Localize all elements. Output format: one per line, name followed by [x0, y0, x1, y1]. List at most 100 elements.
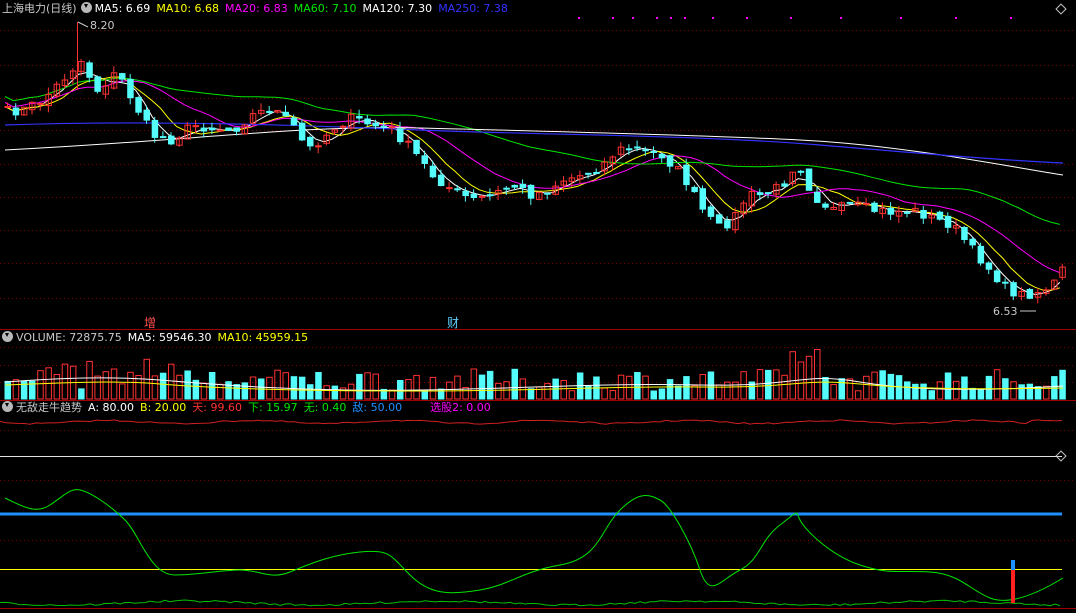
candle-body — [4, 106, 11, 108]
signal-dot — [578, 17, 580, 19]
volume-bar — [953, 380, 960, 400]
candle-body — [683, 164, 690, 186]
volume-bar — [969, 387, 976, 400]
indicator-wu-line — [0, 599, 1061, 607]
volume-bar — [176, 374, 183, 400]
volume-bar — [683, 376, 690, 400]
signal-dot — [656, 17, 658, 19]
volume-bar — [495, 382, 502, 400]
volume-bar — [691, 385, 698, 400]
candle-body — [470, 193, 478, 199]
signal-dot — [632, 17, 634, 19]
signal-dot — [612, 17, 614, 19]
candle-body — [625, 148, 633, 151]
candle-body — [225, 127, 232, 131]
volume-bar — [184, 370, 191, 400]
volume-bar — [814, 349, 821, 400]
volume-bar — [307, 384, 314, 400]
signal-dot — [900, 17, 902, 19]
volume-bar — [675, 385, 682, 400]
candle-body — [691, 186, 698, 193]
candle-body — [715, 214, 723, 224]
volume-bar — [609, 390, 617, 400]
volume-bar — [454, 375, 461, 400]
volume-bar — [993, 369, 1001, 400]
volume-bar — [838, 378, 845, 400]
volume-bar — [429, 376, 437, 400]
candle-body — [200, 127, 208, 132]
volume-bar — [854, 390, 862, 400]
candle-body — [944, 215, 952, 228]
candle-body — [511, 184, 518, 188]
volume-bar — [94, 375, 101, 400]
candle-body — [593, 172, 600, 174]
candle-body — [356, 115, 363, 119]
candle-body — [437, 174, 445, 186]
candle-body — [822, 203, 829, 208]
candle-body — [339, 125, 347, 128]
volume-bar — [1059, 369, 1066, 400]
signal-dot — [790, 17, 792, 19]
candle-body — [405, 140, 412, 143]
candle-body — [388, 126, 396, 129]
signal-dot — [670, 17, 672, 19]
candle-body — [634, 146, 641, 149]
volume-bar — [519, 378, 527, 400]
volume-bar — [765, 369, 772, 400]
volume-bar — [119, 383, 126, 400]
volume-bar — [217, 383, 224, 400]
volume-bar — [364, 372, 371, 400]
candle-body — [904, 211, 911, 214]
stock-chart-window[interactable]: 上海电力(日线) MA5: 6.69 MA10: 6.68 MA20: 6.83 MA6… — [0, 0, 1076, 613]
volume-bar — [233, 384, 240, 400]
volume-bar — [486, 370, 494, 400]
candle-body — [12, 107, 20, 116]
candle-body — [86, 62, 93, 78]
candle-body — [307, 136, 314, 147]
candle-body — [519, 183, 527, 189]
volume-bar — [985, 375, 993, 400]
event-marker-zeng[interactable]: 增 — [144, 314, 156, 331]
volume-bar — [846, 378, 854, 400]
volume-bar — [421, 390, 428, 400]
candle-body — [797, 170, 805, 173]
volume-bar — [805, 355, 813, 400]
candle-body — [233, 127, 240, 132]
candle-body — [765, 192, 772, 195]
volume-bar — [78, 388, 85, 400]
volume-bar — [830, 384, 837, 400]
volume-bar — [781, 374, 788, 400]
candle-body — [1010, 282, 1017, 297]
volume-bar — [789, 351, 796, 400]
signal-dot — [712, 17, 714, 19]
chart-canvas[interactable] — [0, 0, 1076, 613]
volume-bar — [470, 368, 478, 400]
volume-bar — [478, 374, 486, 400]
volume-bar — [61, 363, 69, 400]
candle-body — [135, 97, 142, 113]
candle-body — [961, 227, 968, 240]
signal-dot — [840, 17, 842, 19]
low-price-annotation: 6.53 — [993, 305, 1018, 318]
candle-body — [544, 192, 551, 195]
volume-bar — [1026, 383, 1034, 400]
event-marker-cai[interactable]: 财 — [447, 314, 459, 331]
volume-bar — [225, 381, 232, 400]
volume-bar — [331, 385, 339, 400]
volume-bar — [650, 390, 657, 400]
volume-bar — [1010, 381, 1017, 400]
candle-body — [298, 122, 306, 141]
volume-bar — [527, 388, 535, 400]
candle-body — [658, 153, 666, 159]
candle-body — [871, 202, 878, 212]
candle-body — [503, 187, 510, 190]
signal-dot — [955, 17, 957, 19]
volume-bar — [740, 371, 747, 400]
candle-body — [94, 76, 101, 92]
volume-bar — [200, 382, 208, 400]
volume-bar — [372, 373, 379, 400]
volume-bar — [863, 375, 870, 400]
volume-bar — [4, 380, 11, 400]
volume-bar — [1018, 384, 1025, 400]
candle-body — [977, 245, 985, 264]
